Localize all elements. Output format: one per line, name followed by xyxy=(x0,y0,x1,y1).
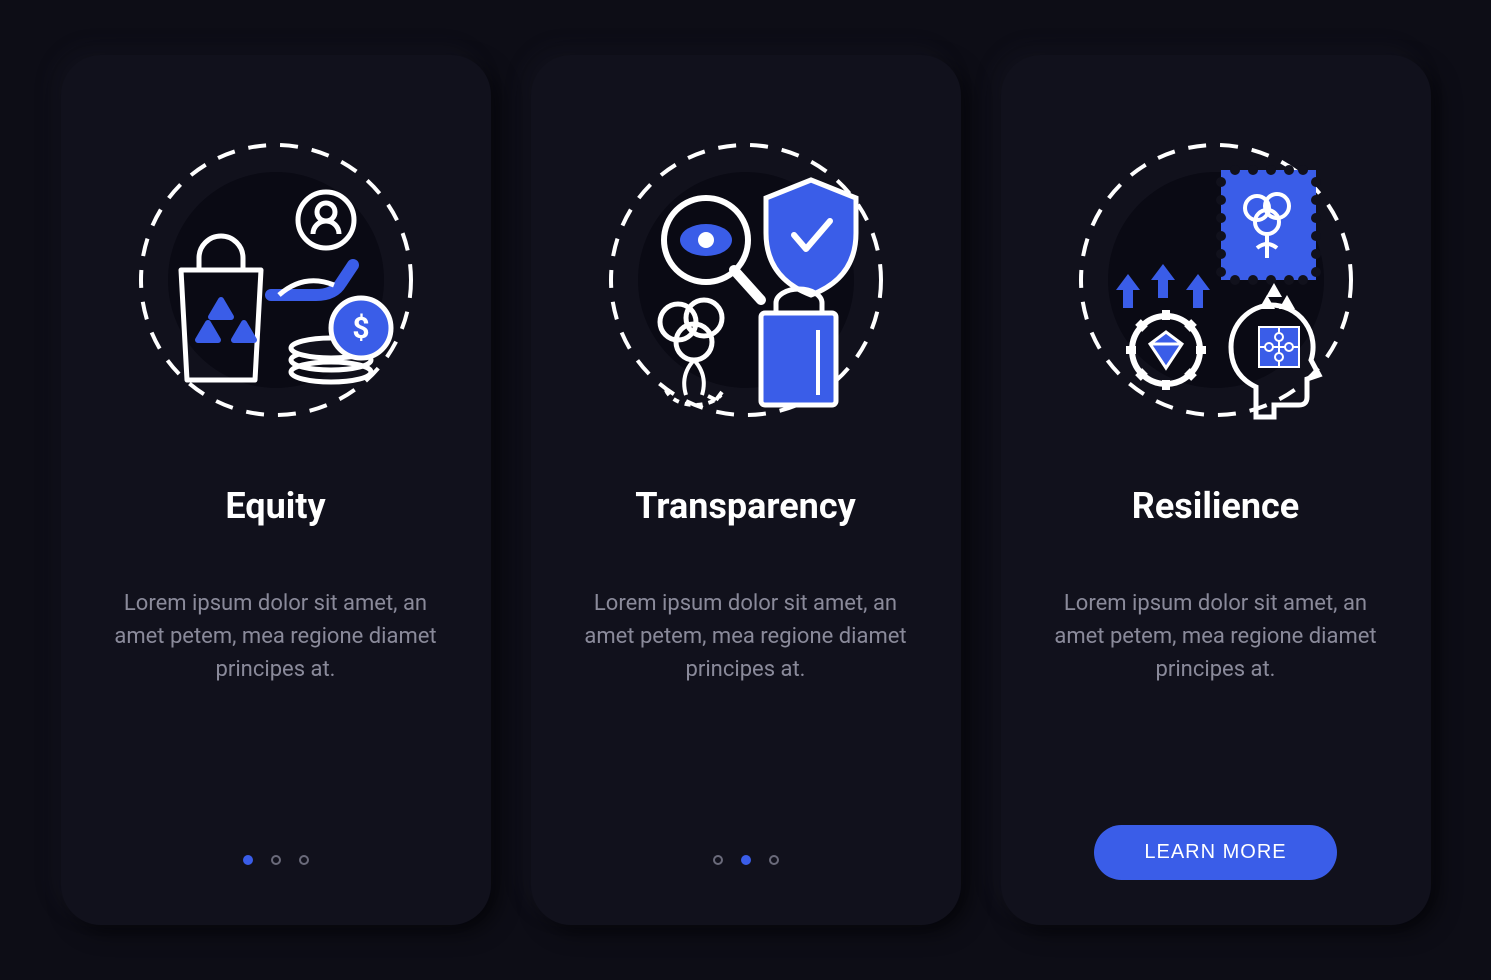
learn-more-button[interactable]: LEARN MORE xyxy=(1094,825,1336,880)
dot-2[interactable] xyxy=(741,855,751,865)
onboarding-card-1: $ Equity Lorem ipsum dolor sit amet, an … xyxy=(61,55,491,925)
card-body: Lorem ipsum dolor sit amet, an amet pete… xyxy=(106,587,446,686)
onboarding-card-2: Transparency Lorem ipsum dolor sit amet,… xyxy=(531,55,961,925)
equity-illustration: $ xyxy=(131,135,421,425)
card-title: Equity xyxy=(225,485,325,527)
card-title: Resilience xyxy=(1132,485,1299,527)
svg-text:$: $ xyxy=(352,311,369,346)
dot-2[interactable] xyxy=(271,855,281,865)
dot-1[interactable] xyxy=(243,855,253,865)
card-title: Transparency xyxy=(635,485,856,527)
page-indicator xyxy=(243,855,309,865)
transparency-illustration xyxy=(601,135,891,425)
card-body: Lorem ipsum dolor sit amet, an amet pete… xyxy=(1046,587,1386,686)
page-indicator xyxy=(713,855,779,865)
dot-3[interactable] xyxy=(299,855,309,865)
resilience-illustration xyxy=(1071,135,1361,425)
dot-1[interactable] xyxy=(713,855,723,865)
onboarding-card-3: Resilience Lorem ipsum dolor sit amet, a… xyxy=(1001,55,1431,925)
dot-3[interactable] xyxy=(769,855,779,865)
card-body: Lorem ipsum dolor sit amet, an amet pete… xyxy=(576,587,916,686)
